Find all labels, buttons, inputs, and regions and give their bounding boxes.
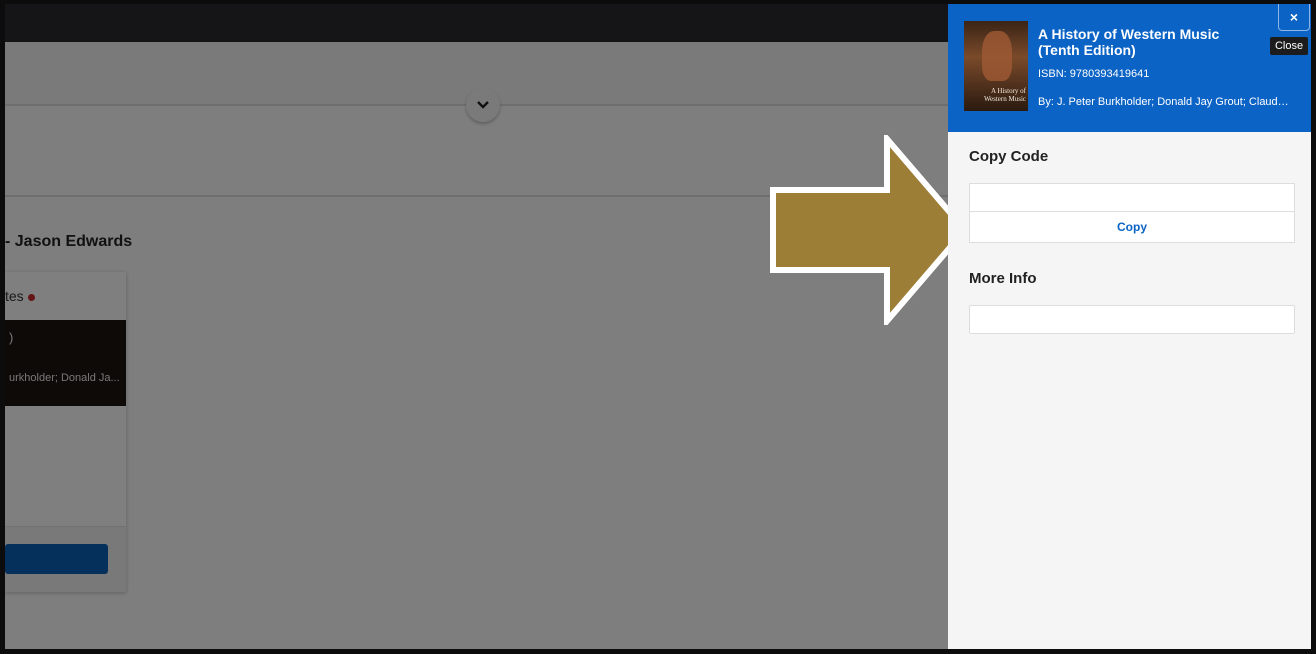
book-detail-panel: A History of Western Music A History of … xyxy=(948,4,1311,649)
book-authors: By: J. Peter Burkholder; Donald Jay Grou… xyxy=(1038,96,1293,108)
more-info-label: More Info xyxy=(969,270,1037,287)
book-isbn: ISBN: 9780393419641 xyxy=(1038,68,1150,80)
close-icon[interactable]: × xyxy=(1278,4,1310,31)
close-tooltip: Close xyxy=(1270,37,1308,55)
book-title: A History of Western Music (Tenth Editio… xyxy=(1038,26,1220,58)
book-cover: A History of Western Music xyxy=(964,21,1028,111)
cover-text: A History of Western Music xyxy=(983,87,1026,103)
copy-code-field[interactable] xyxy=(969,183,1295,211)
more-info-field[interactable] xyxy=(969,305,1295,334)
callout-arrow xyxy=(770,135,969,325)
panel-header: A History of Western Music A History of … xyxy=(948,4,1311,132)
copy-code-label: Copy Code xyxy=(969,148,1049,165)
screen-frame: - Jason Edwards tes ) urkholder; Donald … xyxy=(0,0,1316,654)
copy-button[interactable]: Copy xyxy=(969,211,1295,243)
